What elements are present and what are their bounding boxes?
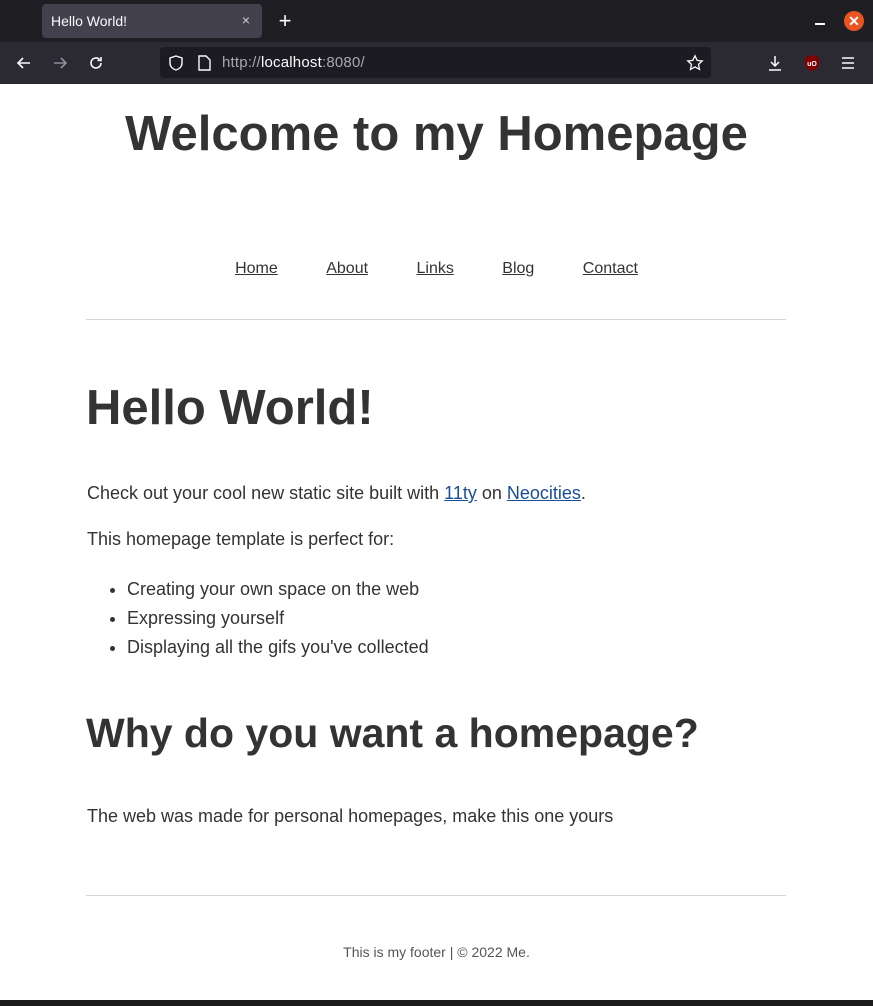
list-item: Displaying all the gifs you've collected	[127, 633, 429, 662]
bookmark-star-icon[interactable]	[686, 54, 704, 72]
nav-link-links[interactable]: Links	[416, 260, 453, 277]
browser-toolbar: http://localhost:8080/ uO	[0, 42, 873, 85]
feature-list: Creating your own space on the web Expre…	[87, 575, 429, 662]
tab-close-icon[interactable]: ×	[238, 12, 254, 28]
intro-text-end: .	[580, 483, 586, 503]
nav-link-contact[interactable]: Contact	[583, 260, 638, 277]
back-button[interactable]	[12, 52, 36, 74]
new-tab-button[interactable]: +	[274, 10, 296, 32]
intro-text-middle: on	[476, 483, 507, 503]
intro-text: Check out your cool new static site buil…	[87, 483, 445, 503]
address-bar[interactable]: http://localhost:8080/	[160, 47, 711, 78]
main-heading: Hello World!	[86, 381, 374, 435]
tab-title: Hello World!	[51, 13, 127, 29]
page-info-icon[interactable]	[195, 54, 213, 72]
minimize-window-button[interactable]	[812, 11, 828, 27]
svg-text:uO: uO	[807, 61, 817, 68]
nav-link-home[interactable]: Home	[235, 260, 278, 277]
reason-paragraph: The web was made for personal homepages,…	[87, 806, 614, 826]
url-text[interactable]: http://localhost:8080/	[222, 54, 365, 71]
site-title: Welcome to my Homepage	[125, 107, 748, 161]
download-icon[interactable]	[766, 54, 784, 72]
ublock-origin-icon[interactable]: uO	[803, 54, 821, 72]
site-footer: This is my footer | © 2022 Me.	[343, 944, 530, 960]
close-window-button[interactable]: ✕	[844, 11, 864, 31]
browser-tab-bar: Hello World! × + ✕	[0, 0, 873, 42]
section-heading: Why do you want a homepage?	[86, 710, 699, 756]
taskbar-strip	[0, 1000, 873, 1006]
arrow-right-icon	[54, 57, 68, 69]
site-nav: Home About Links Blog Contact	[0, 260, 873, 278]
link-neocities[interactable]: Neocities	[507, 483, 581, 503]
reload-icon	[90, 57, 102, 69]
menu-hamburger-icon[interactable]	[839, 54, 857, 72]
link-11ty[interactable]: 11ty	[444, 483, 477, 503]
url-host: localhost	[260, 54, 322, 71]
list-item: Creating your own space on the web	[127, 575, 429, 604]
nav-link-about[interactable]: About	[326, 260, 368, 277]
footer-divider	[86, 895, 786, 896]
page-content: Welcome to my Homepage Home About Links …	[0, 84, 873, 1006]
header-divider	[86, 319, 786, 320]
list-item: Expressing yourself	[127, 604, 429, 633]
intro-paragraph: Check out your cool new static site buil…	[87, 483, 586, 504]
url-port: :8080/	[321, 54, 365, 71]
browser-tab[interactable]: Hello World! ×	[42, 4, 262, 38]
forward-button[interactable]	[48, 52, 72, 74]
reload-button[interactable]	[84, 52, 108, 74]
arrow-left-icon	[16, 57, 30, 69]
shield-icon[interactable]	[167, 54, 185, 72]
url-scheme: http://	[222, 54, 261, 71]
nav-link-blog[interactable]: Blog	[502, 260, 534, 277]
template-paragraph: This homepage template is perfect for:	[87, 529, 395, 549]
